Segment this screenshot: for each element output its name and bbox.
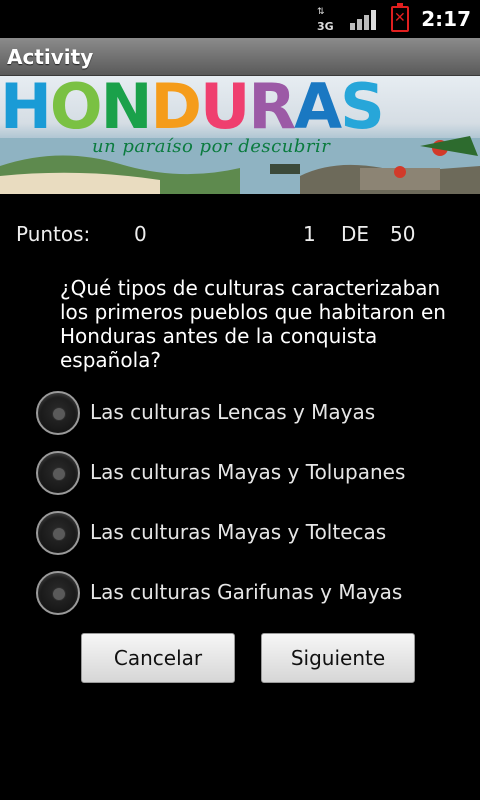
network-label: 3G [317,20,334,33]
banner-letter: O [49,76,103,143]
radio-button[interactable] [36,391,80,435]
signal-strength-icon [350,10,376,30]
points-label: Puntos: [16,222,91,246]
option-1[interactable]: Las culturas Lencas y Mayas [36,391,456,435]
radio-button[interactable] [36,511,80,555]
banner-letter: H [0,76,52,143]
banner-slogan: un paraíso por descubrir [92,136,331,157]
3g-data-icon: ⇅ 3G [317,7,334,34]
question-text: ¿Qué tipos de culturas caracterizaban lo… [60,276,446,372]
score-row: Puntos: 0 1 DE 50 [0,222,480,250]
option-label[interactable]: Las culturas Garifunas y Mayas [90,580,402,604]
clock: 2:17 [421,7,471,31]
points-value: 0 [134,222,147,246]
banner-letter: S [340,76,385,143]
option-2[interactable]: Las culturas Mayas y Tolupanes [36,451,456,495]
banner-letter: A [294,76,342,143]
option-label[interactable]: Las culturas Mayas y Toltecas [90,520,386,544]
radio-button[interactable] [36,571,80,615]
current-question-number: 1 [303,222,316,246]
radio-button[interactable] [36,451,80,495]
title-bar: Activity [0,38,480,76]
banner-letter: R [248,76,296,143]
next-button[interactable]: Siguiente [261,633,415,683]
battery-empty-icon: ✕ [391,3,409,32]
honduras-banner-image: HONDURAS un paraíso por descubrir [0,76,480,194]
option-label[interactable]: Las culturas Lencas y Mayas [90,400,375,424]
option-3[interactable]: Las culturas Mayas y Toltecas [36,511,456,555]
option-4[interactable]: Las culturas Garifunas y Mayas [36,571,456,615]
of-label: DE [341,222,370,246]
banner-letter: U [199,76,250,143]
banner-letter: N [100,76,153,143]
banner-letter: D [150,76,202,143]
app-title: Activity [7,45,94,69]
status-bar: ⇅ 3G ✕ 2:17 [0,0,480,38]
option-label[interactable]: Las culturas Mayas y Tolupanes [90,460,405,484]
total-questions: 50 [390,222,416,246]
cancel-button[interactable]: Cancelar [81,633,235,683]
